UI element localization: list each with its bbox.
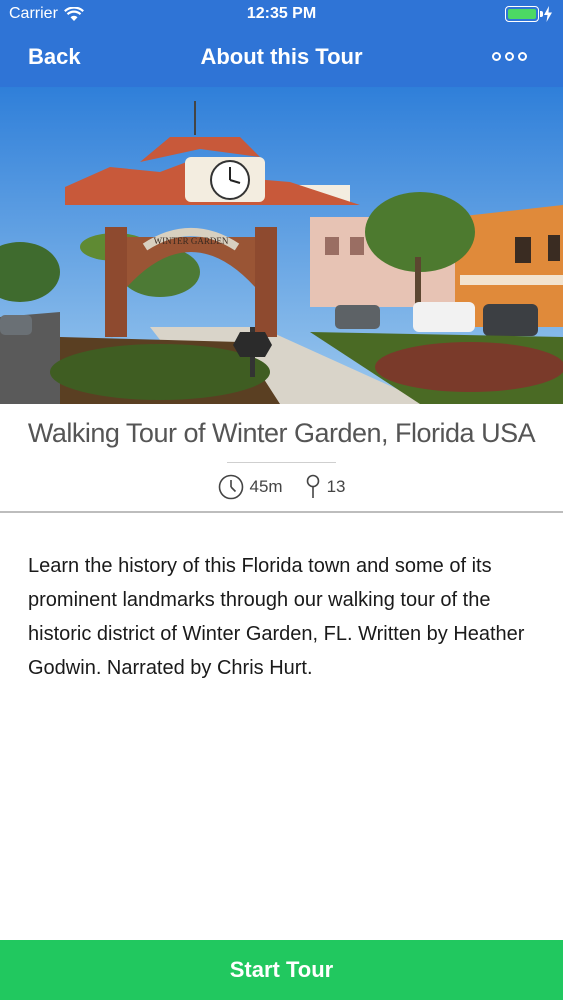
tour-description: Learn the history of this Florida town a… — [28, 555, 525, 679]
more-icon[interactable] — [492, 52, 527, 61]
status-time: 12:35 PM — [246, 5, 317, 22]
title-divider — [227, 462, 336, 463]
stops-info: 13 — [305, 474, 346, 500]
start-tour-button[interactable]: Start Tour — [0, 940, 563, 1000]
section-divider — [0, 511, 563, 513]
navigation-bar: Back About this Tour — [0, 30, 563, 87]
status-bar: Carrier 12:35 PM — [0, 0, 563, 30]
charging-bolt-icon — [544, 6, 552, 22]
page-title: About this Tour — [200, 44, 363, 69]
tour-meta: 45m 13 — [0, 474, 563, 500]
duration-info: 45m — [218, 474, 283, 500]
clock-icon — [218, 474, 243, 500]
top-bar: Carrier 12:35 PM Back About this Tour — [0, 0, 563, 87]
stops-value: 13 — [326, 477, 346, 496]
battery-icon — [505, 6, 543, 22]
map-pin-icon — [306, 474, 319, 498]
tour-title: Walking Tour of Winter Garden, Florida U… — [27, 418, 536, 448]
back-button[interactable]: Back — [28, 44, 81, 70]
sign-text: WINTER GARDEN — [154, 236, 229, 246]
hero-photo: WINTER GARDEN — [0, 87, 563, 404]
tour-hero-image: WINTER GARDEN — [0, 87, 563, 404]
duration-value: 45m — [249, 477, 283, 496]
battery-indicator — [505, 6, 553, 22]
